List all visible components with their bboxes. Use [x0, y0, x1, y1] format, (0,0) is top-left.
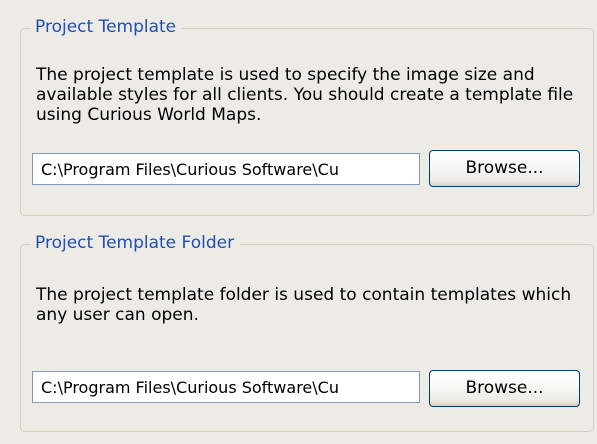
project-template-folder-path-input[interactable]	[32, 371, 420, 403]
project-template-folder-group: Project Template Folder The project temp…	[20, 232, 594, 432]
project-template-folder-description: The project template folder is used to c…	[36, 285, 572, 325]
project-template-path-input[interactable]	[32, 153, 420, 185]
project-template-description: The project template is used to specify …	[36, 65, 574, 125]
project-template-folder-group-title: Project Template Folder	[31, 232, 241, 254]
project-template-group: Project Template The project template is…	[20, 16, 594, 216]
project-template-browse-button[interactable]: Browse...	[429, 150, 580, 187]
project-template-group-title: Project Template	[31, 16, 183, 38]
project-template-folder-browse-button[interactable]: Browse...	[429, 370, 580, 407]
